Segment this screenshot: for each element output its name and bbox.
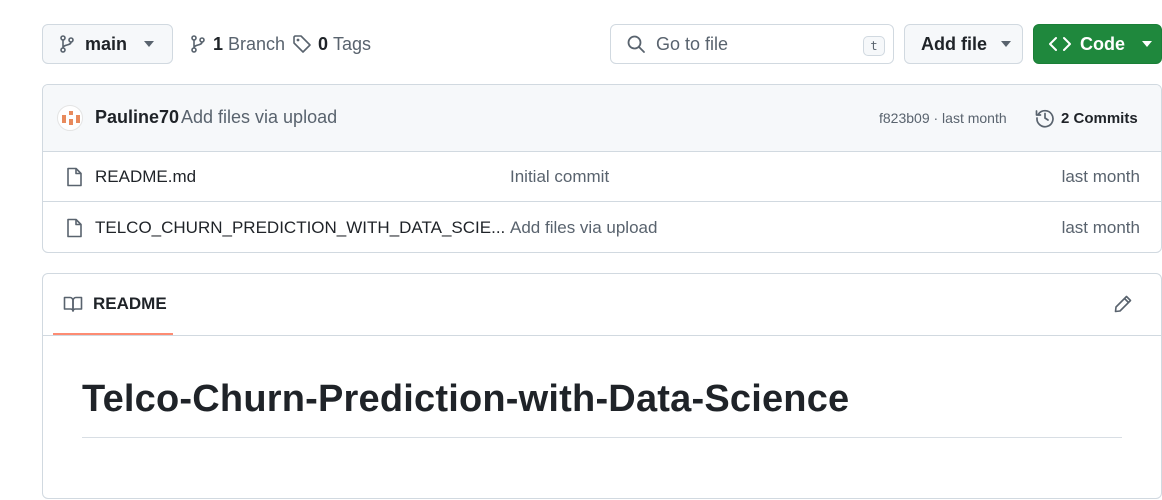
add-file-label: Add file — [921, 33, 987, 54]
readme-panel: README Telco-Churn-Prediction-with-Data-… — [42, 273, 1162, 499]
branches-label: Branch — [228, 33, 286, 54]
branch-select-button[interactable]: main — [42, 24, 173, 64]
go-to-file-input[interactable]: Go to file t — [610, 24, 894, 64]
chevron-down-icon — [144, 41, 155, 47]
branch-name: main — [85, 33, 128, 54]
readme-heading: Telco-Churn-Prediction-with-Data-Science — [82, 378, 850, 420]
commit-author[interactable]: Pauline70 — [95, 107, 179, 128]
chevron-down-icon — [1142, 41, 1152, 47]
tags-count: 0 — [318, 33, 329, 54]
search-placeholder: Go to file — [656, 33, 729, 54]
file-list: Pauline70 Add files via upload f823b09 ·… — [42, 84, 1162, 253]
history-icon — [1035, 109, 1054, 128]
file-commit-date: last month — [1061, 166, 1140, 186]
readme-header: README — [43, 274, 1161, 336]
pencil-icon[interactable] — [1113, 294, 1133, 314]
latest-commit-bar: Pauline70 Add files via upload f823b09 ·… — [43, 85, 1161, 152]
commits-link[interactable]: 2 Commits — [1035, 105, 1138, 131]
code-button[interactable]: Code — [1033, 24, 1162, 64]
branches-count: 1 — [213, 33, 224, 54]
keyboard-shortcut-hint: t — [863, 36, 885, 56]
chevron-down-icon — [1001, 41, 1011, 47]
file-row[interactable]: README.md Initial commit last month — [43, 152, 1161, 202]
commit-message[interactable]: Add files via upload — [181, 107, 337, 128]
file-name[interactable]: README.md — [95, 167, 196, 187]
code-icon — [1049, 37, 1071, 51]
readme-tab-label: README — [93, 293, 167, 313]
add-file-button[interactable]: Add file — [904, 24, 1023, 64]
commit-meta[interactable]: f823b09 · last month — [879, 110, 1007, 126]
book-icon — [63, 296, 83, 312]
tags-link[interactable]: 0 Tags — [292, 24, 371, 64]
file-commit-message[interactable]: Add files via upload — [510, 218, 657, 238]
file-commit-date: last month — [1061, 218, 1140, 237]
git-branch-icon — [191, 35, 205, 53]
tags-label: Tags — [333, 33, 372, 54]
file-icon — [67, 218, 82, 238]
file-row[interactable]: TELCO_CHURN_PREDICTION_WITH_DATA_SCIE...… — [43, 203, 1161, 252]
tab-readme[interactable]: README — [53, 274, 173, 335]
code-label: Code — [1080, 33, 1125, 54]
commits-count-label: 2 Commits — [1061, 109, 1138, 127]
search-icon — [627, 35, 645, 53]
avatar[interactable] — [57, 105, 83, 131]
file-icon — [67, 167, 82, 187]
git-branch-icon — [60, 35, 74, 53]
file-commit-message[interactable]: Initial commit — [510, 167, 609, 187]
heading-divider — [82, 437, 1122, 438]
tag-icon — [293, 35, 311, 53]
file-name[interactable]: TELCO_CHURN_PREDICTION_WITH_DATA_SCIE... — [95, 218, 505, 238]
branches-link[interactable]: 1 Branch — [190, 24, 285, 64]
